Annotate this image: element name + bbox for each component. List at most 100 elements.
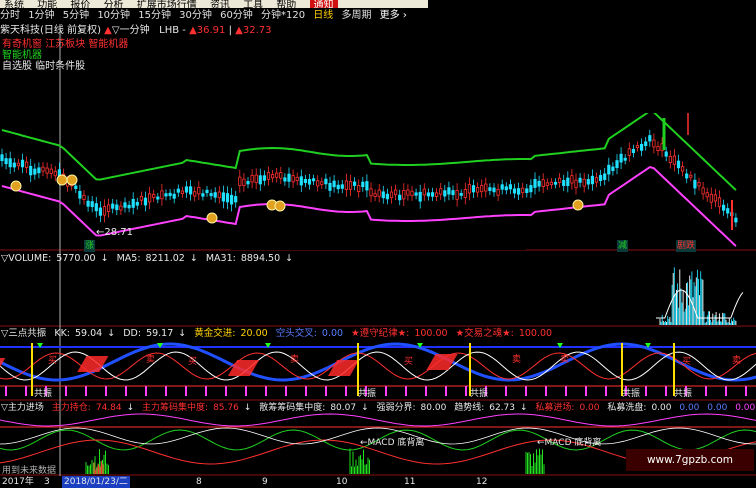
candle-body bbox=[176, 188, 180, 193]
coin-icon bbox=[66, 174, 78, 186]
candle-body bbox=[492, 187, 496, 193]
candle-body bbox=[566, 177, 570, 186]
candle-body bbox=[512, 188, 517, 194]
candle-body bbox=[16, 162, 21, 167]
candle-body bbox=[648, 135, 652, 142]
candle-body bbox=[426, 192, 431, 197]
candle-body bbox=[681, 166, 685, 172]
c9-value: 0.00 bbox=[707, 403, 728, 413]
candle-body bbox=[471, 185, 476, 193]
price-chart bbox=[0, 110, 738, 247]
candle-body bbox=[611, 166, 615, 172]
golden-label: 黄金交进: bbox=[194, 328, 236, 339]
candle-body bbox=[533, 179, 537, 188]
c4-value: 80.00 bbox=[420, 403, 447, 413]
candle-body bbox=[590, 175, 595, 185]
candle-body bbox=[705, 192, 709, 198]
time-label: 9 bbox=[262, 477, 268, 487]
candle-body bbox=[41, 166, 45, 172]
resonance-label: 共振 bbox=[674, 389, 693, 399]
candle-body bbox=[336, 184, 340, 190]
candle-body bbox=[406, 189, 410, 196]
time-label: 10 bbox=[336, 477, 348, 487]
red-band bbox=[77, 356, 109, 372]
candle-body bbox=[172, 193, 176, 199]
candle-body bbox=[348, 181, 353, 190]
macd-divergence-label: ←MACD 底背离 bbox=[360, 438, 425, 448]
marker-jian: 减 bbox=[617, 240, 629, 252]
sandian-name: ▽三点共振 bbox=[1, 328, 47, 339]
c5-label: 趋势线: bbox=[454, 403, 485, 413]
candle-body bbox=[258, 175, 262, 185]
arrow-down-icon: ↓ bbox=[520, 403, 528, 413]
candle-body bbox=[20, 159, 25, 168]
gray-value: 0.00 bbox=[321, 328, 344, 339]
candle-body bbox=[623, 157, 627, 161]
candle-body bbox=[29, 165, 33, 176]
marker-jiedie: 剧跌 bbox=[676, 240, 697, 252]
candle-body bbox=[631, 148, 636, 154]
candle-body bbox=[529, 185, 533, 193]
candle-body bbox=[250, 174, 254, 183]
candle-body bbox=[402, 190, 406, 200]
candle-body bbox=[709, 193, 713, 203]
candle-body bbox=[500, 184, 504, 190]
candle-body bbox=[193, 191, 197, 197]
volume-value: 5770.00 bbox=[56, 253, 96, 264]
candle-body bbox=[74, 185, 78, 190]
signal-word: 买 bbox=[404, 357, 414, 367]
candle-body bbox=[619, 153, 623, 163]
candle-body bbox=[147, 193, 152, 203]
candle-body bbox=[475, 187, 480, 193]
candle-body bbox=[668, 156, 672, 163]
time-label: 8 bbox=[196, 477, 202, 487]
candle-body bbox=[184, 186, 189, 193]
candle-body bbox=[0, 154, 4, 162]
c7-value: 0.00 bbox=[651, 403, 672, 413]
candle-body bbox=[78, 190, 82, 199]
candle-body bbox=[307, 178, 312, 185]
candle-body bbox=[713, 194, 718, 202]
candle-body bbox=[201, 193, 205, 197]
candle-body bbox=[652, 139, 656, 148]
signal-word: 卖 bbox=[146, 355, 156, 365]
candle-body bbox=[685, 173, 689, 179]
candle-body bbox=[352, 181, 357, 186]
candle-body bbox=[119, 205, 123, 211]
candle-body bbox=[98, 207, 102, 216]
time-label: 3 bbox=[44, 477, 50, 487]
candle-body bbox=[664, 151, 668, 157]
ma5-label: MA5: bbox=[116, 253, 141, 264]
candle-body bbox=[143, 197, 148, 206]
candle-body bbox=[558, 177, 562, 183]
candle-body bbox=[4, 158, 8, 165]
candle-body bbox=[722, 204, 726, 211]
candle-body bbox=[266, 172, 271, 180]
sandian-chart bbox=[0, 342, 756, 396]
arrow-down-icon: ↓ bbox=[107, 328, 116, 339]
candle-body bbox=[12, 162, 16, 168]
candle-body bbox=[373, 193, 377, 198]
candle-body bbox=[459, 193, 463, 196]
candle-body bbox=[135, 201, 139, 206]
resonance-label: 共振 bbox=[622, 389, 641, 399]
candle-body bbox=[324, 178, 328, 185]
blank-region-top-right bbox=[428, 0, 756, 113]
candle-body bbox=[291, 175, 295, 183]
candle-body bbox=[594, 177, 599, 183]
candle-body bbox=[599, 175, 603, 181]
gray-label: 空头交叉: bbox=[275, 328, 317, 339]
coin-icon bbox=[206, 212, 218, 224]
candle-body bbox=[439, 188, 443, 195]
red-band bbox=[0, 358, 6, 374]
candle-body bbox=[455, 190, 459, 200]
candle-body bbox=[582, 178, 586, 187]
candle-body bbox=[90, 201, 94, 208]
coin-icon bbox=[274, 200, 286, 212]
candle-body bbox=[242, 178, 246, 187]
candle-body bbox=[53, 170, 57, 177]
candle-body bbox=[689, 174, 693, 178]
candle-body bbox=[656, 146, 660, 151]
candle-body bbox=[361, 181, 365, 188]
c6-label: 私募进场: bbox=[535, 403, 575, 413]
